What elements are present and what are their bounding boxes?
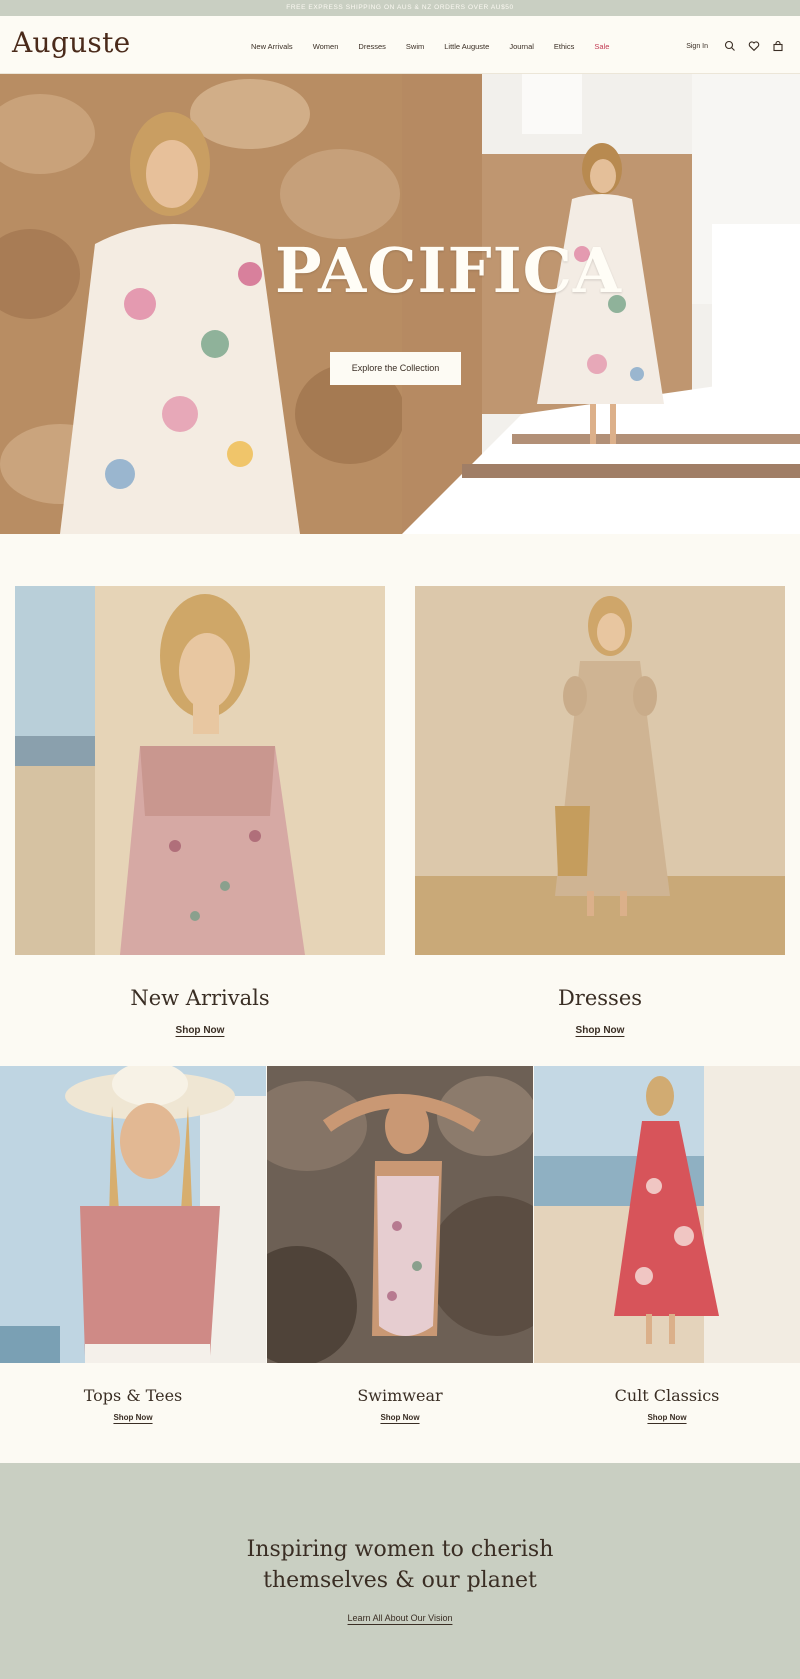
nav-little-auguste[interactable]: Little Auguste — [444, 42, 489, 51]
tops-tees-title: Tops & Tees — [83, 1386, 183, 1405]
brand-logo[interactable]: Auguste — [12, 26, 131, 59]
nav-swim[interactable]: Swim — [406, 42, 424, 51]
swimwear-title: Swimwear — [357, 1386, 443, 1405]
swimwear-shop-now[interactable]: Shop Now — [267, 1413, 533, 1422]
main-nav: New Arrivals Women Dresses Swim Little A… — [251, 42, 629, 51]
hero-banner: PACIFICA Explore the Collection — [0, 74, 800, 534]
tops-tees-image[interactable] — [0, 1066, 266, 1363]
swimwear-image[interactable] — [267, 1066, 533, 1363]
cult-classics-image[interactable] — [534, 1066, 800, 1363]
site-header: Auguste New Arrivals Women Dresses Swim … — [0, 16, 800, 74]
search-icon[interactable] — [724, 40, 736, 52]
new-arrivals-image[interactable] — [15, 586, 385, 955]
vision-section: Inspiring women to cherish themselves & … — [0, 1463, 800, 1679]
nav-new-arrivals[interactable]: New Arrivals — [251, 42, 293, 51]
cult-classics-title: Cult Classics — [614, 1386, 720, 1405]
nav-dresses[interactable]: Dresses — [358, 42, 386, 51]
header-actions: Sign In — [686, 40, 784, 52]
announcement-bar: FREE EXPRESS SHIPPING ON AUS & NZ ORDERS… — [0, 0, 800, 16]
hero-title: PACIFICA — [275, 234, 623, 307]
dresses-image[interactable] — [415, 586, 785, 955]
dresses-shop-now[interactable]: Shop Now — [415, 1025, 785, 1036]
new-arrivals-title: New Arrivals — [130, 986, 270, 1010]
nav-women[interactable]: Women — [313, 42, 339, 51]
heart-icon[interactable] — [748, 40, 760, 52]
vision-line-2: themselves & our planet — [263, 1568, 537, 1593]
new-arrivals-shop-now[interactable]: Shop Now — [15, 1025, 385, 1036]
cult-classics-shop-now[interactable]: Shop Now — [534, 1413, 800, 1422]
nav-sale[interactable]: Sale — [594, 42, 609, 51]
nav-journal[interactable]: Journal — [509, 42, 534, 51]
dresses-title: Dresses — [557, 986, 643, 1010]
nav-ethics[interactable]: Ethics — [554, 42, 574, 51]
vision-statement: Inspiring women to cherish themselves & … — [150, 1534, 650, 1596]
tops-tees-shop-now[interactable]: Shop Now — [0, 1413, 266, 1422]
vision-line-1: Inspiring women to cherish — [246, 1537, 554, 1562]
bag-icon[interactable] — [772, 40, 784, 52]
learn-vision-link[interactable]: Learn All About Our Vision — [300, 1613, 500, 1623]
sign-in-link[interactable]: Sign In — [686, 43, 708, 50]
explore-collection-button[interactable]: Explore the Collection — [330, 352, 461, 385]
